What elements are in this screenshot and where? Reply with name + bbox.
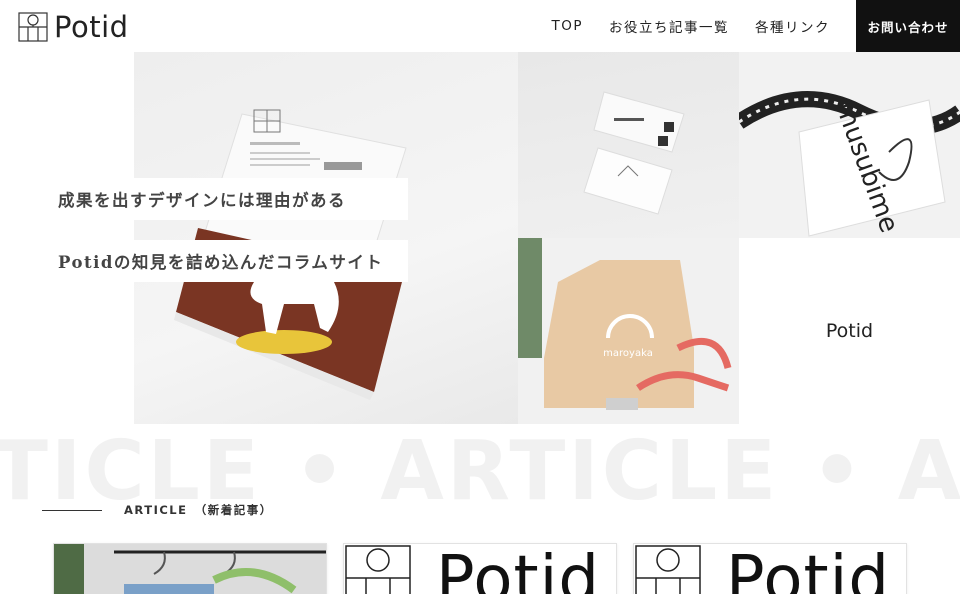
- hero-image-maroyaka-box: maroyaka: [518, 238, 739, 424]
- musubime-illustration: musubime: [739, 52, 960, 238]
- namecards-illustration: [583, 91, 685, 215]
- article-card-2[interactable]: Potid: [343, 543, 617, 594]
- maroyaka-illustration: maroyaka: [518, 238, 739, 424]
- hero-subheadline: Potidの知見を詰め込んだコラムサイト: [36, 240, 408, 282]
- article-card-logo-text: Potid: [726, 543, 890, 594]
- logo-text: Potid: [54, 10, 129, 44]
- hero-image-musubime-tag: musubime: [739, 52, 960, 238]
- article-thumbnail-hangers: [54, 544, 326, 594]
- site-header: Potid TOP お役立ち記事一覧 各種リンク お問い合わせ: [0, 0, 960, 52]
- nav-links[interactable]: 各種リンク: [755, 16, 830, 36]
- article-card-3[interactable]: Potid: [633, 543, 907, 594]
- maroyaka-box-label: maroyaka: [603, 348, 653, 359]
- main-nav: TOP お役立ち記事一覧 各種リンク お問い合わせ: [551, 0, 960, 52]
- potid-logo-icon: [18, 12, 48, 42]
- business-card-illustration: [174, 109, 407, 400]
- hero-brand-text: Potid: [825, 320, 874, 342]
- contact-button[interactable]: お問い合わせ: [856, 0, 960, 52]
- hero-headline: 成果を出すデザインには理由がある: [36, 178, 408, 220]
- article-card-logo-text: Potid: [436, 543, 600, 594]
- hero-section: musubime maroyaka Potid 成果を出すデザインには理由がある…: [0, 52, 960, 424]
- site-logo[interactable]: Potid: [18, 12, 129, 42]
- article-card-1[interactable]: [53, 543, 327, 594]
- section-divider: [42, 509, 102, 511]
- hero-image-namecards: [518, 52, 739, 238]
- hero-brand-panel: Potid: [739, 238, 960, 424]
- potid-logo-icon: [345, 545, 411, 594]
- article-section-heading: ARTICLE （新着記事）: [42, 502, 273, 518]
- hero-image-business-card: [134, 52, 518, 424]
- section-label: ARTICLE （新着記事）: [124, 503, 273, 517]
- nav-articles[interactable]: お役立ち記事一覧: [609, 16, 729, 36]
- potid-logo-icon: [635, 545, 701, 594]
- nav-top[interactable]: TOP: [551, 18, 583, 34]
